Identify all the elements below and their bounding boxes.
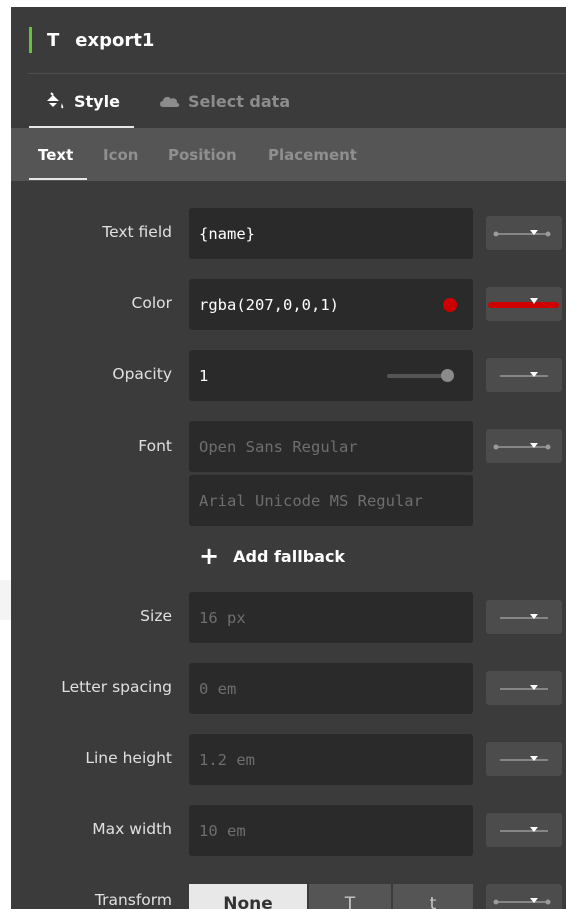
max-width-label: Max width [92, 820, 172, 838]
zoom-function-icon [493, 898, 551, 905]
layer-header: T export1 [11, 7, 566, 73]
zoom-function-icon [493, 230, 551, 237]
text-field-input[interactable]: {name} [189, 208, 473, 259]
zoom-function-icon [493, 443, 551, 450]
size-label: Size [140, 607, 172, 625]
line-height-zoom-button[interactable] [486, 742, 562, 776]
transform-uppercase-button[interactable]: T [309, 884, 391, 909]
transform-lowercase-button[interactable]: t [393, 884, 473, 909]
zoom-function-icon [500, 685, 548, 690]
style-panel: T export1 Style Select data Text Icon Po… [11, 7, 566, 909]
font-zoom-button[interactable] [486, 429, 562, 463]
opacity-zoom-button[interactable] [486, 358, 562, 392]
size-zoom-button[interactable] [486, 600, 562, 634]
text-field-zoom-button[interactable] [486, 216, 562, 250]
letter-spacing-label: Letter spacing [61, 678, 172, 696]
font-label: Font [138, 437, 172, 455]
cloud-icon [158, 92, 180, 110]
font-fallback-input[interactable]: Arial Unicode MS Regular [189, 475, 473, 526]
line-height-input[interactable]: 1.2 em [189, 734, 473, 785]
zoom-function-icon [500, 756, 548, 761]
color-input[interactable]: rgba(207,0,0,1) [189, 279, 473, 330]
tab-select-data-label: Select data [188, 91, 291, 111]
opacity-label: Opacity [112, 365, 172, 383]
zoom-function-icon [488, 298, 559, 308]
opacity-value: 1 [199, 366, 209, 385]
subtab-placement[interactable]: Placement [268, 128, 357, 181]
transform-none-button[interactable]: None [189, 884, 307, 909]
main-tabs: Style Select data [11, 74, 566, 128]
zoom-function-icon [500, 614, 548, 619]
text-layer-icon: T [47, 29, 60, 51]
active-subtab-indicator [29, 178, 87, 180]
font-input[interactable]: Open Sans Regular [189, 421, 473, 472]
tab-style[interactable]: Style [44, 74, 120, 128]
letter-spacing-zoom-button[interactable] [486, 671, 562, 705]
layer-color-bar [29, 27, 32, 53]
text-field-label: Text field [102, 223, 172, 241]
add-fallback-button[interactable]: + Add fallback [199, 543, 345, 569]
line-height-label: Line height [85, 749, 172, 767]
letter-spacing-input[interactable]: 0 em [189, 663, 473, 714]
subtab-position[interactable]: Position [168, 128, 237, 181]
plus-icon: + [199, 542, 220, 570]
subtab-text[interactable]: Text [38, 128, 73, 181]
transform-label: Transform [94, 891, 172, 909]
opacity-input[interactable]: 1 [189, 350, 473, 401]
zoom-function-icon [500, 827, 548, 832]
color-zoom-button[interactable] [486, 287, 562, 321]
layer-name[interactable]: export1 [75, 30, 154, 51]
sub-tabs: Text Icon Position Placement [11, 128, 566, 181]
color-label: Color [131, 294, 172, 312]
size-input[interactable]: 16 px [189, 592, 473, 643]
opacity-slider-handle[interactable] [441, 369, 454, 382]
opacity-slider-track[interactable] [387, 374, 447, 378]
transform-zoom-button[interactable] [486, 884, 562, 909]
zoom-function-icon [500, 372, 548, 377]
add-fallback-label: Add fallback [233, 546, 346, 566]
max-width-zoom-button[interactable] [486, 813, 562, 847]
color-value: rgba(207,0,0,1) [199, 295, 339, 314]
color-swatch[interactable] [443, 298, 457, 312]
left-gutter [0, 580, 11, 620]
max-width-input[interactable]: 10 em [189, 805, 473, 856]
paint-bucket-icon [44, 92, 66, 110]
tab-select-data[interactable]: Select data [158, 74, 290, 128]
tab-style-label: Style [74, 91, 120, 111]
subtab-icon[interactable]: Icon [103, 128, 138, 181]
